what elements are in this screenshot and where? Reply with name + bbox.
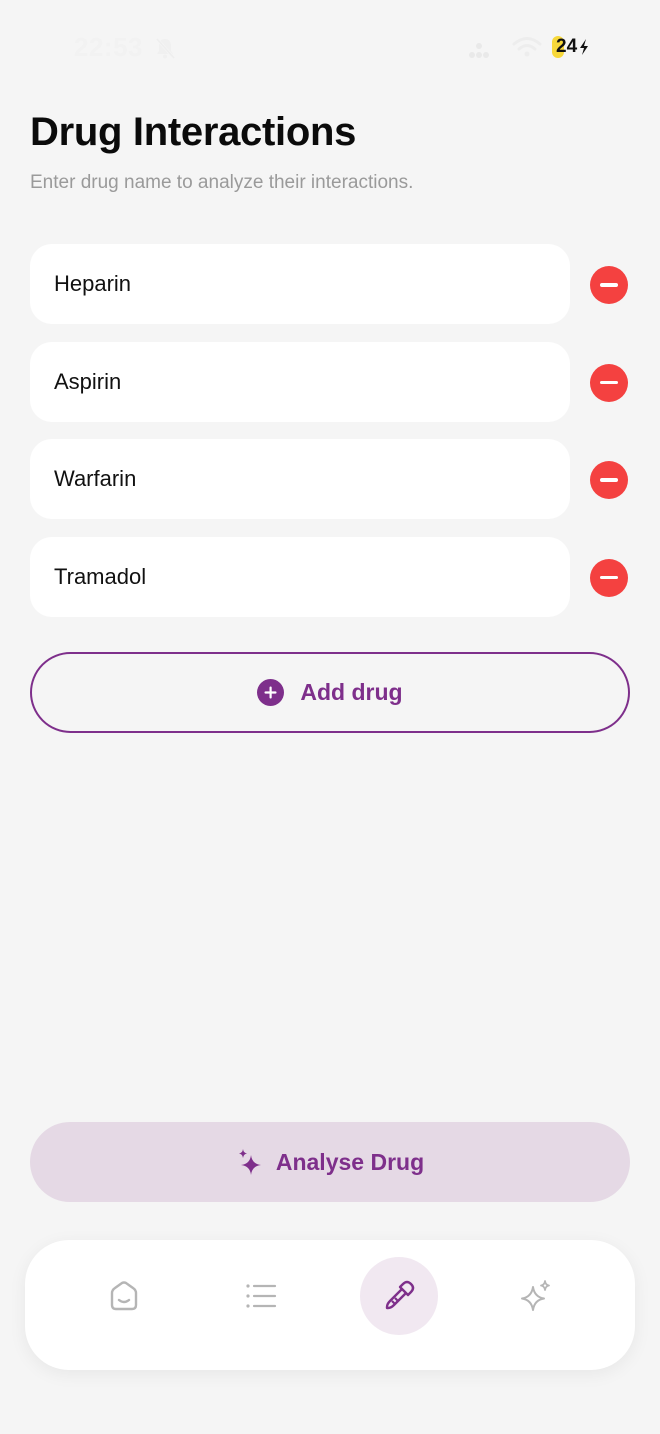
remove-drug-button[interactable] [590,363,628,402]
remove-drug-button[interactable] [590,558,628,597]
minus-icon [600,283,618,287]
drug-interactions-screen: 22:53 24 Drug Interactions Enter drug na… [0,0,660,1434]
drug-row: Warfarin [30,439,630,519]
status-bar: 22:53 24 [0,30,660,70]
minus-icon [600,575,618,580]
status-time: 22:53 [74,32,143,62]
tab-drug-interactions[interactable] [360,1257,438,1335]
drug-name-field[interactable]: Warfarin [30,439,570,519]
drug-row: Aspirin [30,341,630,422]
signal-icon [468,40,494,65]
plus-circle-icon [257,679,285,706]
drug-row: Tramadol [30,536,630,617]
list-icon [246,1284,277,1308]
drug-name-field[interactable]: Heparin [30,244,570,324]
sparkles-icon [521,1280,550,1311]
sparkles-icon [236,1147,264,1177]
bell-muted-icon [154,36,176,65]
analyse-drug-label: Analyse Drug [275,1148,425,1175]
minus-icon [600,478,618,482]
charging-bolt-icon [580,39,589,55]
add-drug-button[interactable]: Add drug [30,652,630,733]
page-subtitle: Enter drug name to analyze their interac… [30,172,414,193]
drug-name-field[interactable]: Tramadol [30,536,570,617]
wifi-icon [512,36,542,63]
drug-list: Heparin Aspirin Warfarin Tramadol [30,244,630,634]
page-title: Drug Interactions [30,110,357,154]
analyse-drug-button[interactable]: Analyse Drug [30,1122,630,1202]
tab-ai[interactable] [497,1257,575,1335]
drug-row: Heparin [30,244,630,324]
battery-indicator: 24 [552,36,590,58]
remove-drug-button[interactable] [590,461,628,499]
remove-drug-button[interactable] [590,266,628,304]
battery-level: 24 [556,36,578,57]
minus-icon [600,380,618,385]
add-drug-label: Add drug [300,679,403,705]
dropper-icon [385,1280,415,1310]
tab-home[interactable] [85,1257,163,1335]
home-icon [110,1281,138,1311]
tab-list[interactable] [222,1257,300,1335]
bottom-tab-bar [25,1240,635,1370]
drug-name-field[interactable]: Aspirin [30,341,570,422]
